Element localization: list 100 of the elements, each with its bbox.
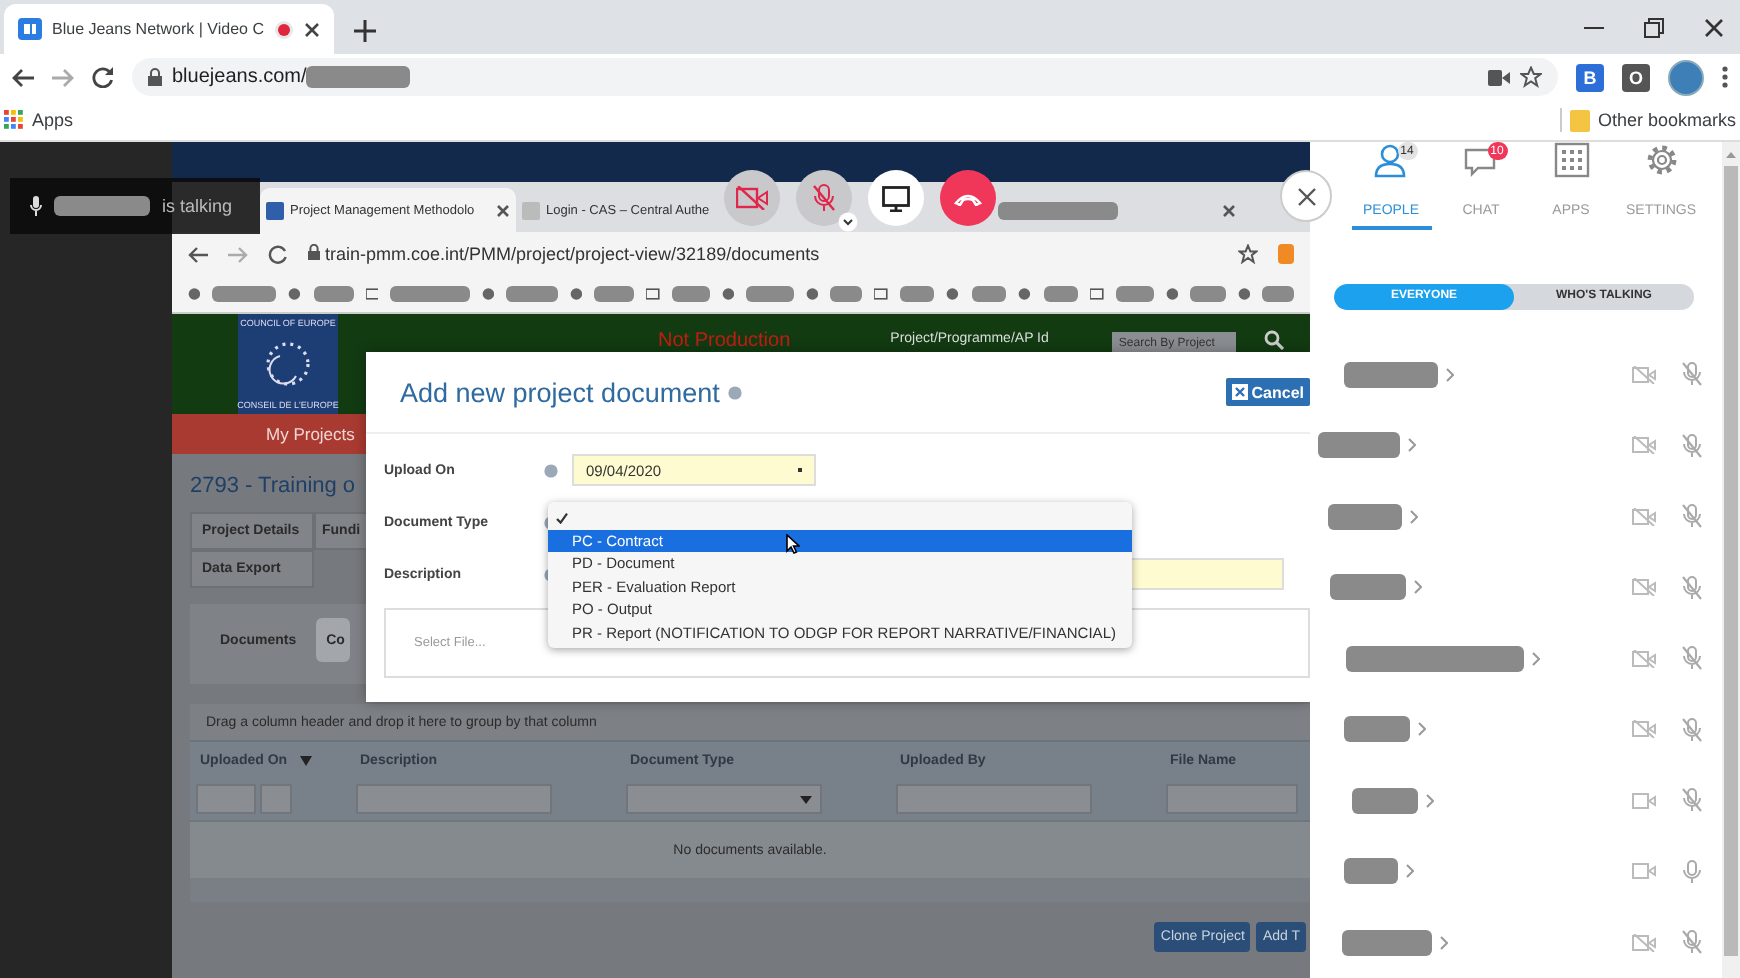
redaction-mark [1344,716,1410,743]
help-icon [727,385,742,399]
scrollbar[interactable] [1722,142,1740,978]
reload-icon[interactable] [92,66,114,88]
redaction-mark [1330,574,1406,601]
folder-icon [1569,108,1590,132]
redaction-mark [830,286,863,302]
forward-icon[interactable] [52,67,74,87]
back-icon[interactable] [188,245,208,263]
chevron-icon[interactable] [1440,935,1448,950]
globe-icon [946,286,960,302]
chevron-icon[interactable] [1406,864,1414,879]
redaction-mark [1342,929,1432,956]
redaction-mark [1043,286,1079,302]
chevron-icon[interactable] [1446,367,1454,382]
chevron-icon[interactable] [1426,793,1434,808]
close-tab-icon[interactable] [303,21,320,37]
chevron-icon[interactable] [1532,651,1540,666]
monitor-icon [882,185,910,211]
folder-icon [1090,286,1104,302]
project-title: 2793 - Training o [190,474,356,498]
redaction-mark [54,196,150,216]
redaction-mark [899,286,935,302]
address-field[interactable]: bluejeans.com/ [132,58,1558,96]
new-tab-icon[interactable] [353,20,376,42]
star-icon[interactable] [1238,244,1258,264]
phone-icon [954,191,982,205]
folder-icon [646,286,660,302]
dialog-title: Add new project document [400,377,720,407]
redaction-mark [594,286,635,302]
mouse-cursor-icon [786,534,800,554]
close-tab-icon[interactable] [496,203,510,217]
redaction-mark [746,286,795,302]
redaction-mark [1328,503,1402,530]
lock-icon [308,244,320,260]
microphone-icon [30,196,42,216]
reload-icon[interactable] [268,244,288,264]
globe-icon [806,286,819,302]
extension-button[interactable]: B [1576,63,1604,91]
redaction-mark [506,286,558,302]
stars-circle-icon [262,338,314,390]
caret-icon[interactable] [838,212,858,232]
extension-button[interactable]: O [1622,63,1650,91]
browser-tab[interactable]: Blue Jeans Network | Video C [4,4,334,54]
folder-icon [365,286,379,302]
video-off-icon [736,186,768,210]
close-tab-icon[interactable] [1222,203,1236,217]
redaction-mark [1318,432,1400,459]
globe-icon [1237,286,1251,302]
nav-link[interactable]: My Projects [266,424,355,444]
close-icon [1297,187,1315,205]
close-box-icon [1231,384,1248,400]
restore-icon[interactable] [1644,17,1664,37]
redaction-mark [971,286,1007,302]
close-icon[interactable] [1704,17,1724,37]
camera-icon[interactable] [1488,69,1510,85]
redaction-mark [998,201,1118,219]
caret-icon [800,795,812,803]
filter-field[interactable] [1166,784,1298,814]
redaction-mark [313,286,354,302]
talking-text: is talking [162,196,233,216]
globe-icon [569,286,583,302]
globe-icon [721,286,735,302]
redaction-mark [1344,858,1398,885]
environment-label: Not Production [658,330,791,352]
filter-field[interactable] [196,784,256,814]
avatar-icon[interactable] [1668,59,1704,95]
redaction-mark [1352,787,1418,814]
redaction-mark [671,286,710,302]
star-icon[interactable] [1520,66,1542,88]
filter-field[interactable] [356,784,552,814]
redaction-mark [1115,286,1154,302]
cancel-button[interactable]: Cancel [1225,378,1310,406]
search-icon[interactable] [1264,330,1285,350]
site-favicon-icon [522,201,540,219]
chevron-icon[interactable] [1418,722,1426,737]
redaction-mark [390,286,470,302]
back-icon[interactable] [12,67,34,87]
settings-icon [1643,142,1679,178]
apps-grid-icon [1553,142,1589,178]
chevron-icon[interactable] [1414,580,1422,595]
globe-icon [188,286,201,302]
globe-icon [1165,286,1179,302]
folder-icon [874,286,888,302]
help-icon [544,463,558,477]
redaction-mark [1344,361,1438,388]
globe-icon [288,286,302,302]
scroll-up-icon [1726,152,1736,158]
redaction-mark [1262,286,1295,302]
menu-icon[interactable] [1722,66,1728,88]
bookmark-link[interactable]: Other bookmarks [1597,110,1736,130]
microphone-off-icon [812,184,836,212]
globe-icon [1018,286,1032,302]
redaction-mark [1190,286,1226,302]
video-tab-icon [18,18,42,40]
chevron-icon[interactable] [1410,509,1418,524]
apps-grid-icon[interactable] [4,110,24,130]
bookmark-link[interactable]: Apps [32,110,74,130]
chevron-icon[interactable] [1408,438,1416,453]
filter-field[interactable] [896,784,1092,814]
